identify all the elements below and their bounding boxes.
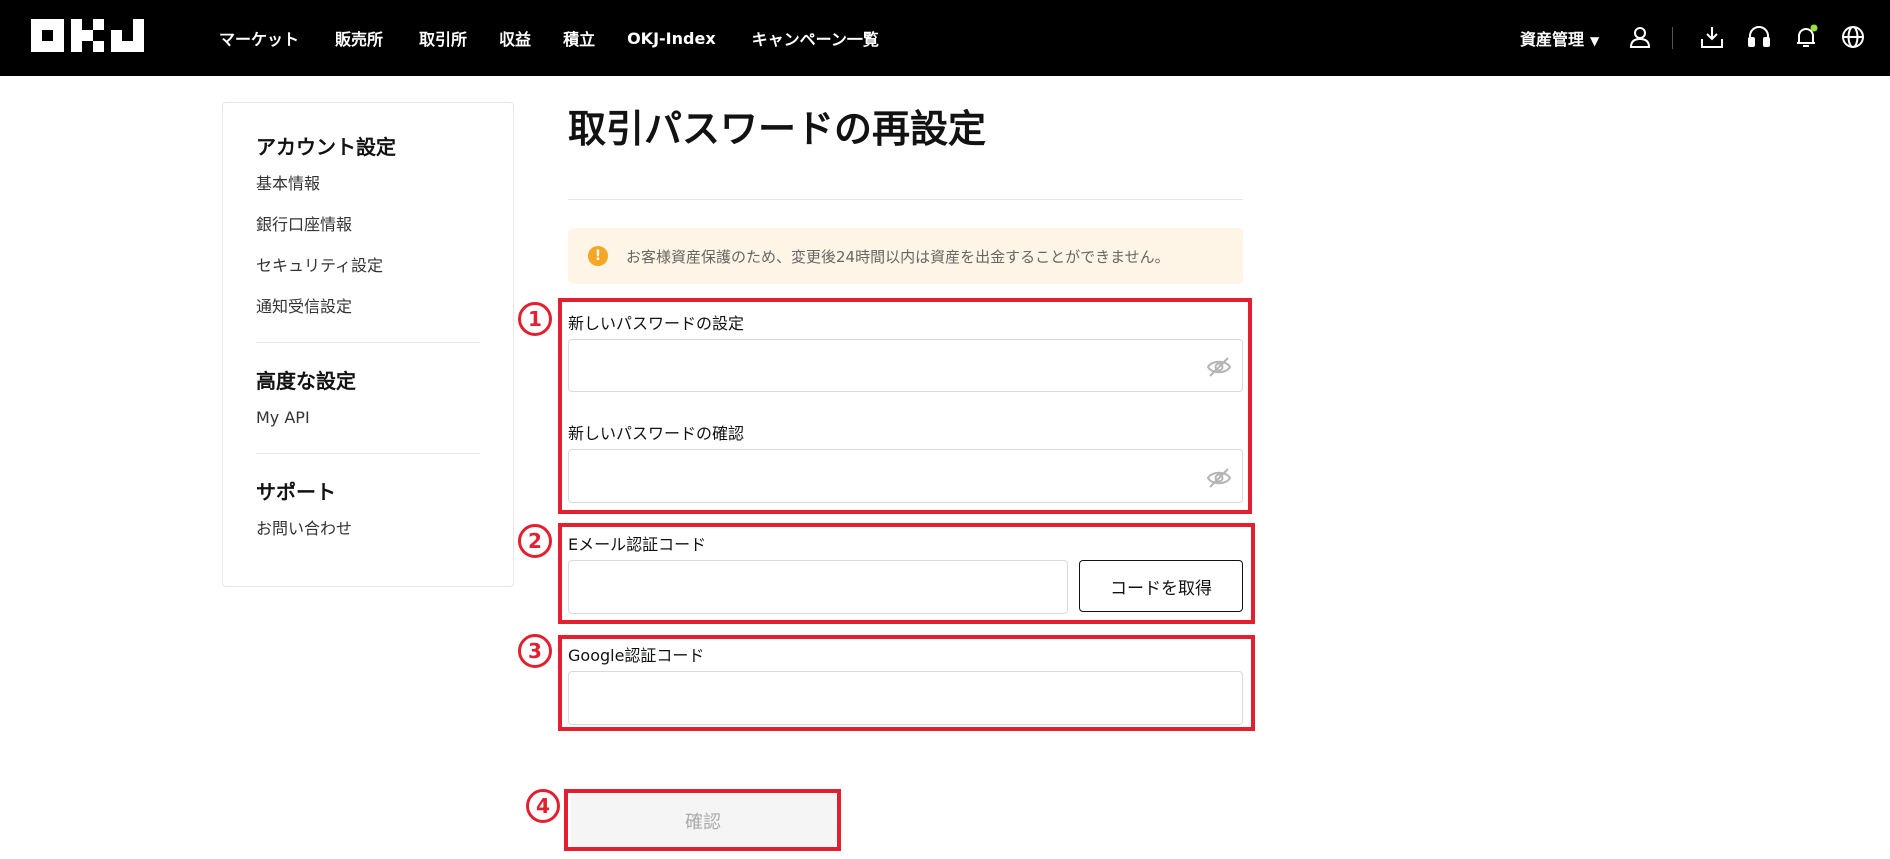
top-navigation-bar: マーケット 販売所 取引所 収益 積立 OKJ-Index キャンペーン一覧 資…: [0, 0, 1890, 76]
globe-icon[interactable]: [1840, 24, 1866, 50]
sidebar-section-support: サポート: [256, 480, 336, 504]
annotation-box-4: [564, 789, 841, 851]
sidebar-item-security[interactable]: セキュリティ設定: [256, 256, 480, 297]
nav-recurring[interactable]: 積立: [563, 26, 595, 50]
headset-icon[interactable]: [1746, 24, 1772, 50]
nav-market[interactable]: マーケット: [219, 26, 299, 50]
sidebar-item-bank-account[interactable]: 銀行口座情報: [256, 215, 480, 256]
sidebar-divider: [256, 453, 480, 454]
notice-text: お客様資産保護のため、変更後24時間以内は資産を出金することができません。: [626, 247, 1170, 266]
sidebar-item-notifications[interactable]: 通知受信設定: [256, 297, 480, 338]
warning-icon: !: [588, 246, 608, 266]
annotation-box-3: [558, 635, 1255, 731]
annotation-marker-2: 2: [518, 524, 552, 558]
page-title: 取引パスワードの再設定: [568, 107, 987, 151]
bell-icon[interactable]: [1793, 24, 1819, 50]
asset-management-label: 資産管理: [1520, 30, 1585, 49]
title-divider: [568, 199, 1243, 200]
main-nav: マーケット 販売所 取引所 収益 積立 OKJ-Index キャンペーン一覧: [219, 0, 915, 76]
nav-earn[interactable]: 収益: [499, 26, 531, 50]
sidebar-section-advanced: 高度な設定: [256, 369, 356, 393]
nav-exchange[interactable]: 取引所: [419, 26, 467, 50]
annotation-box-2: [558, 523, 1255, 624]
nav-okj-index[interactable]: OKJ-Index: [627, 29, 716, 48]
sidebar-section-account-settings: アカウント設定: [256, 135, 396, 159]
annotation-marker-4: 4: [526, 789, 560, 823]
annotation-box-1: [558, 298, 1252, 514]
asset-management-menu[interactable]: 資産管理 ▼: [1520, 26, 1599, 50]
sidebar-item-basic-info[interactable]: 基本情報: [256, 174, 480, 215]
download-icon[interactable]: [1699, 24, 1725, 50]
settings-sidebar: アカウント設定 基本情報 銀行口座情報 セキュリティ設定 通知受信設定 高度な設…: [222, 102, 514, 587]
sidebar-item-my-api[interactable]: My API: [256, 408, 480, 449]
annotation-marker-3: 3: [518, 634, 552, 668]
header-divider: [1672, 27, 1673, 49]
nav-sales-office[interactable]: 販売所: [335, 26, 383, 50]
okj-logo[interactable]: [31, 19, 144, 52]
sidebar-divider: [256, 342, 480, 343]
nav-campaigns[interactable]: キャンペーン一覧: [752, 26, 879, 50]
sidebar-item-contact[interactable]: お問い合わせ: [256, 519, 480, 560]
annotation-marker-1: 1: [518, 302, 552, 336]
user-icon[interactable]: [1627, 24, 1653, 50]
caret-down-icon: ▼: [1590, 34, 1600, 48]
withdrawal-notice: ! お客様資産保護のため、変更後24時間以内は資産を出金することができません。: [568, 228, 1243, 284]
